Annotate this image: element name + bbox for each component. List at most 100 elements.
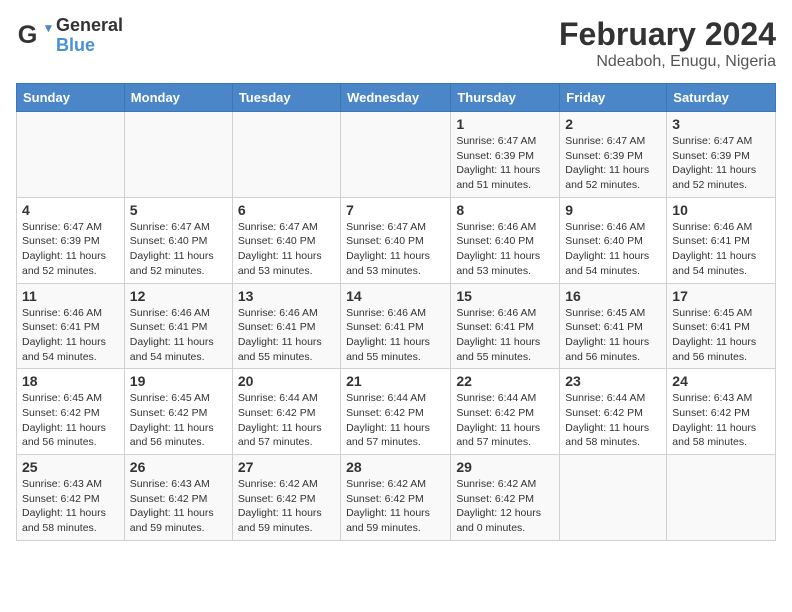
day-number: 18 <box>22 373 119 389</box>
calendar-cell: 2 Sunrise: 6:47 AM Sunset: 6:39 PM Daylig… <box>560 112 667 198</box>
day-info: Sunrise: 6:43 AM Sunset: 6:42 PM Dayligh… <box>130 477 227 536</box>
day-info: Sunrise: 6:46 AM Sunset: 6:41 PM Dayligh… <box>456 306 554 365</box>
day-info: Sunrise: 6:42 AM Sunset: 6:42 PM Dayligh… <box>346 477 445 536</box>
day-number: 28 <box>346 459 445 475</box>
day-info: Sunrise: 6:45 AM Sunset: 6:42 PM Dayligh… <box>22 391 119 450</box>
day-info: Sunrise: 6:46 AM Sunset: 6:41 PM Dayligh… <box>238 306 335 365</box>
day-number: 7 <box>346 202 445 218</box>
day-info: Sunrise: 6:47 AM Sunset: 6:40 PM Dayligh… <box>130 220 227 279</box>
day-info: Sunrise: 6:44 AM Sunset: 6:42 PM Dayligh… <box>456 391 554 450</box>
day-number: 15 <box>456 288 554 304</box>
day-info: Sunrise: 6:47 AM Sunset: 6:40 PM Dayligh… <box>346 220 445 279</box>
day-number: 9 <box>565 202 661 218</box>
calendar-cell: 19Sunrise: 6:45 AM Sunset: 6:42 PM Dayli… <box>124 369 232 455</box>
calendar-cell: 7 Sunrise: 6:47 AM Sunset: 6:40 PM Daylig… <box>341 197 451 283</box>
calendar-cell: 5 Sunrise: 6:47 AM Sunset: 6:40 PM Daylig… <box>124 197 232 283</box>
calendar-cell: 11 Sunrise: 6:46 AM Sunset: 6:41 PM Dayli… <box>17 283 125 369</box>
logo-line1: General <box>56 16 123 36</box>
day-number: 4 <box>22 202 119 218</box>
calendar-cell: 9 Sunrise: 6:46 AM Sunset: 6:40 PM Daylig… <box>560 197 667 283</box>
calendar-cell: 18 Sunrise: 6:45 AM Sunset: 6:42 PM Dayli… <box>17 369 125 455</box>
day-number: 6 <box>238 202 335 218</box>
calendar-subtitle: Ndeaboh, Enugu, Nigeria <box>559 53 776 71</box>
day-number: 16 <box>565 288 661 304</box>
day-number: 10 <box>672 202 770 218</box>
calendar-cell <box>341 112 451 198</box>
col-header-monday: Monday <box>124 84 232 112</box>
calendar-header-row: SundayMondayTuesdayWednesdayThursdayFrid… <box>17 84 776 112</box>
day-number: 24 <box>672 373 770 389</box>
day-info: Sunrise: 6:46 AM Sunset: 6:40 PM Dayligh… <box>565 220 661 279</box>
col-header-sunday: Sunday <box>17 84 125 112</box>
calendar-week-5: 25Sunrise: 6:43 AM Sunset: 6:42 PM Dayli… <box>17 455 776 541</box>
calendar-week-4: 18 Sunrise: 6:45 AM Sunset: 6:42 PM Dayli… <box>17 369 776 455</box>
day-info: Sunrise: 6:45 AM Sunset: 6:41 PM Dayligh… <box>565 306 661 365</box>
calendar-week-1: 1 Sunrise: 6:47 AM Sunset: 6:39 PM Daylig… <box>17 112 776 198</box>
day-number: 27 <box>238 459 335 475</box>
logo: G General Blue <box>16 16 123 56</box>
calendar-cell: 10Sunrise: 6:46 AM Sunset: 6:41 PM Dayli… <box>667 197 776 283</box>
day-info: Sunrise: 6:43 AM Sunset: 6:42 PM Dayligh… <box>22 477 119 536</box>
day-info: Sunrise: 6:47 AM Sunset: 6:39 PM Dayligh… <box>456 134 554 193</box>
day-info: Sunrise: 6:46 AM Sunset: 6:41 PM Dayligh… <box>22 306 119 365</box>
calendar-cell: 4 Sunrise: 6:47 AM Sunset: 6:39 PM Daylig… <box>17 197 125 283</box>
calendar-week-3: 11 Sunrise: 6:46 AM Sunset: 6:41 PM Dayli… <box>17 283 776 369</box>
calendar-cell: 20 Sunrise: 6:44 AM Sunset: 6:42 PM Dayli… <box>232 369 340 455</box>
calendar-cell: 25Sunrise: 6:43 AM Sunset: 6:42 PM Dayli… <box>17 455 125 541</box>
day-info: Sunrise: 6:45 AM Sunset: 6:41 PM Dayligh… <box>672 306 770 365</box>
calendar-cell: 3 Sunrise: 6:47 AM Sunset: 6:39 PM Daylig… <box>667 112 776 198</box>
day-number: 14 <box>346 288 445 304</box>
calendar-cell: 15 Sunrise: 6:46 AM Sunset: 6:41 PM Dayli… <box>451 283 560 369</box>
calendar-cell <box>124 112 232 198</box>
calendar-cell: 27 Sunrise: 6:42 AM Sunset: 6:42 PM Dayli… <box>232 455 340 541</box>
day-info: Sunrise: 6:46 AM Sunset: 6:41 PM Dayligh… <box>130 306 227 365</box>
day-info: Sunrise: 6:43 AM Sunset: 6:42 PM Dayligh… <box>672 391 770 450</box>
day-info: Sunrise: 6:47 AM Sunset: 6:39 PM Dayligh… <box>672 134 770 193</box>
calendar-body: 1 Sunrise: 6:47 AM Sunset: 6:39 PM Daylig… <box>17 112 776 541</box>
day-number: 2 <box>565 116 661 132</box>
day-info: Sunrise: 6:45 AM Sunset: 6:42 PM Dayligh… <box>130 391 227 450</box>
calendar-cell: 24 Sunrise: 6:43 AM Sunset: 6:42 PM Dayli… <box>667 369 776 455</box>
day-number: 23 <box>565 373 661 389</box>
calendar-cell <box>560 455 667 541</box>
day-number: 1 <box>456 116 554 132</box>
col-header-thursday: Thursday <box>451 84 560 112</box>
day-number: 13 <box>238 288 335 304</box>
day-info: Sunrise: 6:44 AM Sunset: 6:42 PM Dayligh… <box>346 391 445 450</box>
calendar-cell: 13 Sunrise: 6:46 AM Sunset: 6:41 PM Dayli… <box>232 283 340 369</box>
day-number: 11 <box>22 288 119 304</box>
calendar-cell: 8Sunrise: 6:46 AM Sunset: 6:40 PM Daylig… <box>451 197 560 283</box>
calendar-cell: 14 Sunrise: 6:46 AM Sunset: 6:41 PM Dayli… <box>341 283 451 369</box>
day-info: Sunrise: 6:46 AM Sunset: 6:41 PM Dayligh… <box>346 306 445 365</box>
calendar-cell: 22 Sunrise: 6:44 AM Sunset: 6:42 PM Dayli… <box>451 369 560 455</box>
page-header: G General Blue February 2024 Ndeaboh, En… <box>16 16 776 71</box>
day-info: Sunrise: 6:44 AM Sunset: 6:42 PM Dayligh… <box>565 391 661 450</box>
day-info: Sunrise: 6:47 AM Sunset: 6:39 PM Dayligh… <box>565 134 661 193</box>
day-info: Sunrise: 6:46 AM Sunset: 6:40 PM Dayligh… <box>456 220 554 279</box>
calendar-cell: 6 Sunrise: 6:47 AM Sunset: 6:40 PM Daylig… <box>232 197 340 283</box>
calendar-cell: 26 Sunrise: 6:43 AM Sunset: 6:42 PM Dayli… <box>124 455 232 541</box>
title-block: February 2024 Ndeaboh, Enugu, Nigeria <box>559 16 776 71</box>
day-info: Sunrise: 6:42 AM Sunset: 6:42 PM Dayligh… <box>238 477 335 536</box>
day-number: 26 <box>130 459 227 475</box>
day-number: 20 <box>238 373 335 389</box>
day-info: Sunrise: 6:44 AM Sunset: 6:42 PM Dayligh… <box>238 391 335 450</box>
logo-line2: Blue <box>56 36 123 56</box>
calendar-table: SundayMondayTuesdayWednesdayThursdayFrid… <box>16 83 776 541</box>
calendar-cell: 28 Sunrise: 6:42 AM Sunset: 6:42 PM Dayli… <box>341 455 451 541</box>
day-number: 21 <box>346 373 445 389</box>
day-number: 3 <box>672 116 770 132</box>
day-info: Sunrise: 6:47 AM Sunset: 6:40 PM Dayligh… <box>238 220 335 279</box>
calendar-cell <box>667 455 776 541</box>
calendar-cell: 1 Sunrise: 6:47 AM Sunset: 6:39 PM Daylig… <box>451 112 560 198</box>
day-number: 22 <box>456 373 554 389</box>
calendar-cell: 29Sunrise: 6:42 AM Sunset: 6:42 PM Dayli… <box>451 455 560 541</box>
calendar-cell: 23 Sunrise: 6:44 AM Sunset: 6:42 PM Dayli… <box>560 369 667 455</box>
calendar-cell: 21 Sunrise: 6:44 AM Sunset: 6:42 PM Dayli… <box>341 369 451 455</box>
calendar-cell: 12Sunrise: 6:46 AM Sunset: 6:41 PM Dayli… <box>124 283 232 369</box>
col-header-wednesday: Wednesday <box>341 84 451 112</box>
col-header-tuesday: Tuesday <box>232 84 340 112</box>
day-number: 5 <box>130 202 227 218</box>
calendar-week-2: 4 Sunrise: 6:47 AM Sunset: 6:39 PM Daylig… <box>17 197 776 283</box>
day-info: Sunrise: 6:47 AM Sunset: 6:39 PM Dayligh… <box>22 220 119 279</box>
